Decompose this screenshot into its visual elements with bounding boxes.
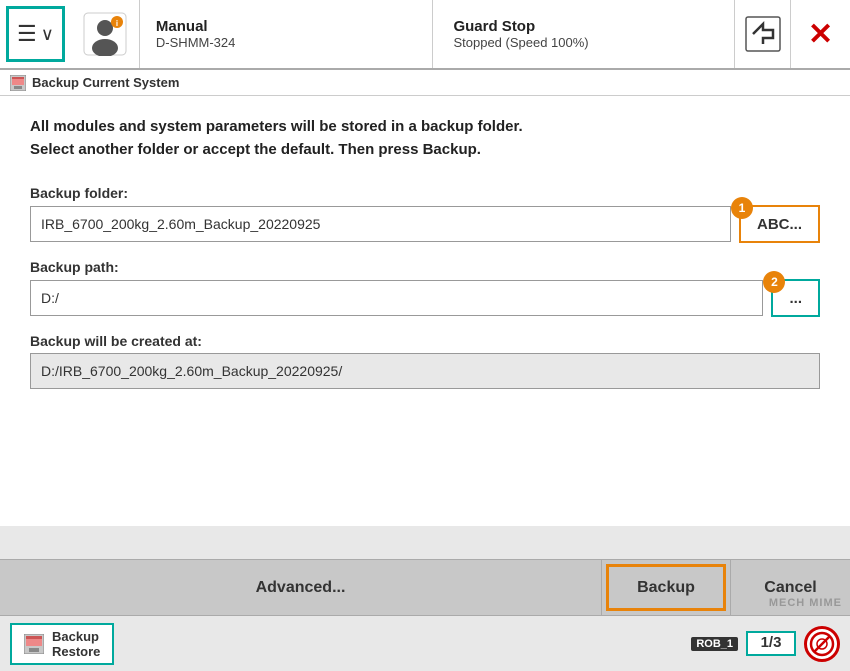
backup-created-value: D:/IRB_6700_200kg_2.60m_Backup_20220925/ xyxy=(30,353,820,389)
backup-path-label: Backup path: xyxy=(30,259,820,275)
backup-path-input[interactable] xyxy=(30,280,763,316)
action-bar: Advanced... Backup Cancel xyxy=(0,559,850,615)
backup-folder-label: Backup folder: xyxy=(30,185,820,201)
return-icon-button[interactable] xyxy=(734,0,790,68)
description-text: All modules and system parameters will b… xyxy=(30,116,820,161)
close-button[interactable]: ✕ xyxy=(790,0,850,68)
badge-2: 2 xyxy=(763,271,785,293)
menu-button[interactable]: ☰ ∨ xyxy=(6,6,65,62)
no-go-icon xyxy=(809,631,835,657)
status-info: Guard Stop Stopped (Speed 100%) xyxy=(433,0,734,68)
backup-created-label: Backup will be created at: xyxy=(30,333,820,349)
backup-folder-input[interactable] xyxy=(30,206,731,242)
device-info: Manual D-SHMM-324 xyxy=(140,0,434,68)
close-icon: ✕ xyxy=(808,17,833,52)
subtitle-label: Backup Current System xyxy=(32,75,179,90)
mode-label: Manual xyxy=(156,18,417,35)
return-icon xyxy=(745,16,781,52)
backup-restore-button[interactable]: Backup Restore xyxy=(10,623,114,665)
backup-restore-icon xyxy=(24,634,44,654)
svg-text:i: i xyxy=(116,19,118,28)
backup-folder-browse-button[interactable]: 1 ABC... xyxy=(739,205,820,243)
status-bar: Backup Restore ROB_1 1/3 xyxy=(0,615,850,671)
badge-1: 1 xyxy=(731,197,753,219)
device-label: D-SHMM-324 xyxy=(156,35,417,50)
chevron-down-icon: ∨ xyxy=(41,24,54,45)
main-content: All modules and system parameters will b… xyxy=(0,96,850,526)
fraction-display: 1/3 xyxy=(746,631,796,656)
user-icon: i xyxy=(83,12,127,56)
user-info: i xyxy=(71,0,140,68)
fraction-value: 1/3 xyxy=(761,635,782,652)
hamburger-icon: ☰ xyxy=(17,23,37,45)
speed-status-label: Stopped (Speed 100%) xyxy=(453,35,714,50)
guard-status-label: Guard Stop xyxy=(453,18,714,35)
backup-button[interactable]: Backup xyxy=(606,564,726,611)
backup-restore-label: Backup Restore xyxy=(52,629,100,659)
top-bar: ☰ ∨ i Manual D-SHMM-324 Guard Stop Stopp… xyxy=(0,0,850,70)
watermark: MECH MIME xyxy=(769,597,842,609)
subtitle-bar: Backup Current System xyxy=(0,70,850,96)
rob-label: ROB_1 xyxy=(691,637,738,651)
backup-folder-row: 1 ABC... xyxy=(30,205,820,243)
backup-path-browse-button[interactable]: 2 ... xyxy=(771,279,820,317)
backup-icon xyxy=(10,75,26,91)
status-right: ROB_1 1/3 xyxy=(691,626,840,662)
stop-icon xyxy=(804,626,840,662)
backup-path-row: 2 ... xyxy=(30,279,820,317)
advanced-button[interactable]: Advanced... xyxy=(0,560,602,615)
